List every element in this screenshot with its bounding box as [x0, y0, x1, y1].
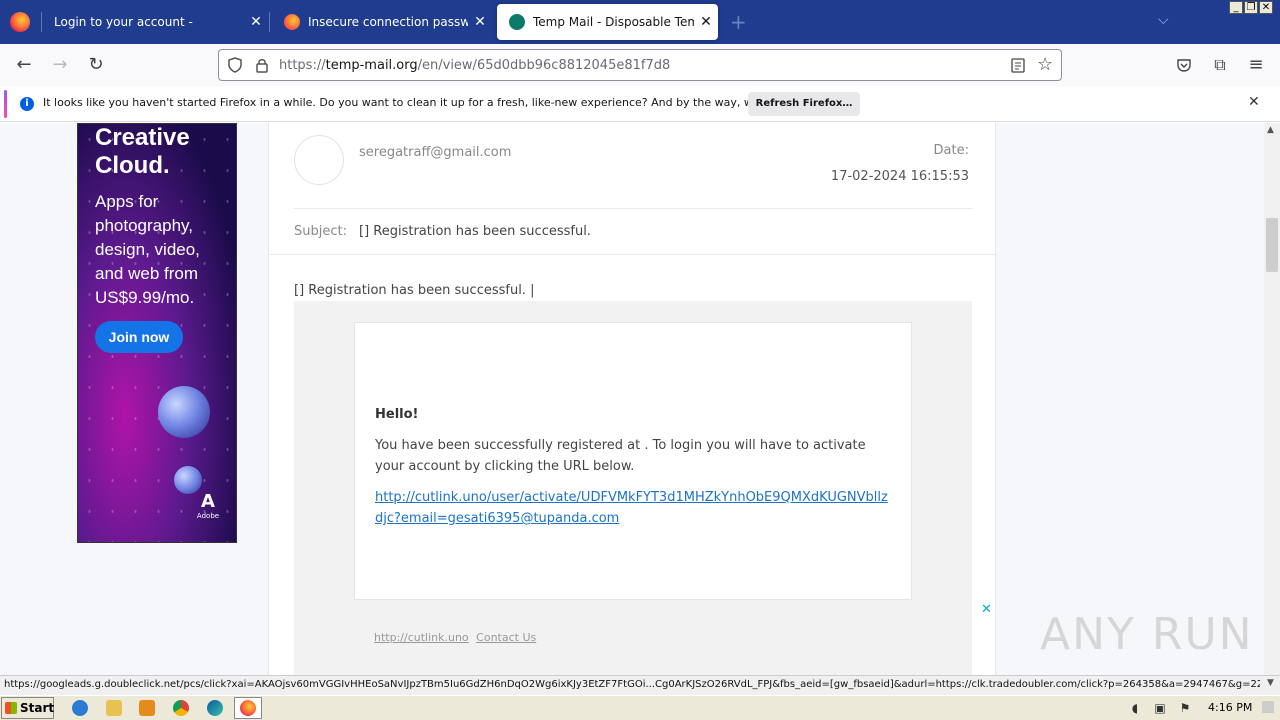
tab-title: Login to your account - — [54, 15, 193, 29]
lock-icon[interactable] — [255, 57, 269, 73]
sender-email: seregatraff@gmail.com — [359, 145, 512, 160]
status-link-url: https://googleads.g.doubleclick.net/pcs/… — [4, 679, 1260, 690]
adobe-logo-icon: A Adobe — [196, 491, 220, 521]
edge-icon[interactable] — [207, 700, 223, 716]
divider — [269, 254, 997, 255]
email-body: Hello! You have been successfully regist… — [294, 301, 972, 675]
scrollbar-thumb[interactable] — [1266, 218, 1278, 272]
watermark: ANY RUN — [1040, 609, 1254, 660]
extensions-puzzle-icon[interactable]: ⧉ — [1209, 54, 1231, 76]
reader-view-icon[interactable] — [1011, 58, 1025, 73]
tab-close-icon[interactable]: ✕ — [694, 14, 718, 30]
date-value: 17-02-2024 16:15:53 — [830, 169, 969, 184]
date-label: Date: — [933, 143, 969, 158]
firefox-taskbar-button[interactable] — [234, 697, 262, 719]
menu-hamburger-icon[interactable]: ≡ — [1245, 54, 1267, 76]
message-text: You have been successfully registered at… — [375, 438, 866, 474]
firefox-logo-icon[interactable] — [10, 12, 30, 32]
reload-icon[interactable]: ↻ — [85, 54, 107, 76]
firefox-icon — [240, 700, 256, 716]
close-icon[interactable]: ✕ — [1248, 94, 1260, 110]
list-all-tabs-button[interactable]: ⌵ — [1158, 12, 1169, 28]
restore-button[interactable]: ❐ — [1244, 1, 1258, 14]
subject-label: Subject: — [294, 224, 347, 239]
forward-arrow-icon[interactable]: → — [49, 54, 71, 76]
new-tab-button[interactable]: + — [730, 10, 747, 34]
scroll-down-icon[interactable]: ▼ — [1267, 678, 1274, 688]
tab-title: Insecure connection password war — [308, 15, 468, 29]
file-explorer-icon[interactable] — [106, 700, 122, 716]
page-content: Creative Cloud. Apps for photography, de… — [0, 123, 1264, 675]
temp-mail-favicon-icon — [509, 14, 525, 30]
subject-value: [] Registration has been successful. — [359, 224, 591, 239]
status-bar: https://googleads.g.doubleclick.net/pcs/… — [0, 675, 1280, 695]
start-label: Start — [20, 701, 55, 715]
back-arrow-icon[interactable]: ← — [13, 54, 35, 76]
tab-title: Temp Mail - Disposable Temporary — [533, 15, 694, 29]
firefox-favicon-icon — [284, 14, 300, 30]
flag-icon[interactable]: ⚑ — [1178, 701, 1192, 715]
scrollbar[interactable]: ▲ — [1264, 123, 1280, 675]
clock: 4:16 PM — [1208, 701, 1253, 714]
divider — [294, 208, 972, 209]
notification-text: It looks like you haven't started Firefo… — [43, 96, 827, 109]
join-now-button[interactable]: Join now — [95, 321, 183, 353]
tab-insecure-connection[interactable]: Insecure connection password war ✕ — [272, 4, 492, 40]
tab-temp-mail[interactable]: Temp Mail - Disposable Temporary ✕ — [497, 4, 718, 40]
ad-title: Creative Cloud. — [95, 124, 190, 179]
tab-close-icon[interactable]: ✕ — [468, 14, 492, 30]
navigation-toolbar: ← → ↻ https://temp-mail.org/en/view/65d0… — [0, 44, 1280, 86]
footer-links: http://cutlink.uno Contact Us — [374, 631, 540, 644]
minimize-button[interactable]: _ — [1229, 1, 1243, 14]
chrome-icon[interactable] — [173, 700, 189, 716]
email-card: Hello! You have been successfully regist… — [354, 322, 912, 600]
body-subject: [] Registration has been successful. | — [294, 283, 535, 298]
shield-icon[interactable] — [227, 57, 243, 73]
footer-link-cutlink[interactable]: http://cutlink.uno — [374, 631, 469, 644]
show-desktop-icon[interactable] — [1262, 701, 1274, 713]
planet-graphic — [174, 466, 202, 494]
tab-strip: Login to your account - ✕ Insecure conne… — [0, 0, 1280, 44]
windows-logo-icon — [5, 702, 17, 714]
planet-graphic — [158, 386, 210, 438]
url-text[interactable]: https://temp-mail.org/en/view/65d0dbb96c… — [279, 58, 670, 73]
pocket-icon[interactable] — [1176, 57, 1192, 73]
tab-close-icon[interactable]: ✕ — [244, 14, 268, 30]
avatar — [294, 135, 344, 185]
taskbar: Start ◖ ▣ ⚑ 4:16 PM — [0, 695, 1280, 720]
info-icon: i — [20, 97, 34, 111]
tab-login[interactable]: Login to your account - ✕ — [42, 4, 268, 40]
notification-bar: i It looks like you haven't started Fire… — [0, 86, 1280, 122]
refresh-firefox-button[interactable]: Refresh Firefox… — [748, 92, 860, 116]
activation-link[interactable]: http://cutlink.uno/user/activate/UDFVMkF… — [375, 487, 895, 529]
start-button[interactable]: Start — [1, 697, 54, 719]
adobe-ad-banner[interactable]: Creative Cloud. Apps for photography, de… — [77, 123, 237, 543]
bookmark-star-icon[interactable]: ☆ — [1037, 54, 1053, 75]
close-window-button[interactable]: ✕ — [1259, 1, 1273, 14]
media-player-icon[interactable] — [139, 700, 155, 716]
greeting: Hello! — [375, 407, 419, 422]
volume-icon[interactable]: ◖ — [1128, 701, 1142, 715]
network-icon[interactable]: ▣ — [1153, 701, 1167, 715]
url-bar[interactable]: https://temp-mail.org/en/view/65d0dbb96c… — [218, 49, 1062, 81]
internet-explorer-icon[interactable] — [72, 700, 88, 716]
ad-body: Apps for photography, design, video, and… — [95, 192, 200, 307]
notification-accent — [4, 90, 7, 118]
footer-link-contact[interactable]: Contact Us — [476, 631, 536, 644]
ad-close-icon[interactable]: ✕ — [981, 602, 992, 617]
email-view: seregatraff@gmail.com Date: 17-02-2024 1… — [268, 123, 997, 675]
tab-separator — [269, 12, 270, 32]
scroll-up-icon[interactable]: ▲ — [1267, 125, 1274, 135]
